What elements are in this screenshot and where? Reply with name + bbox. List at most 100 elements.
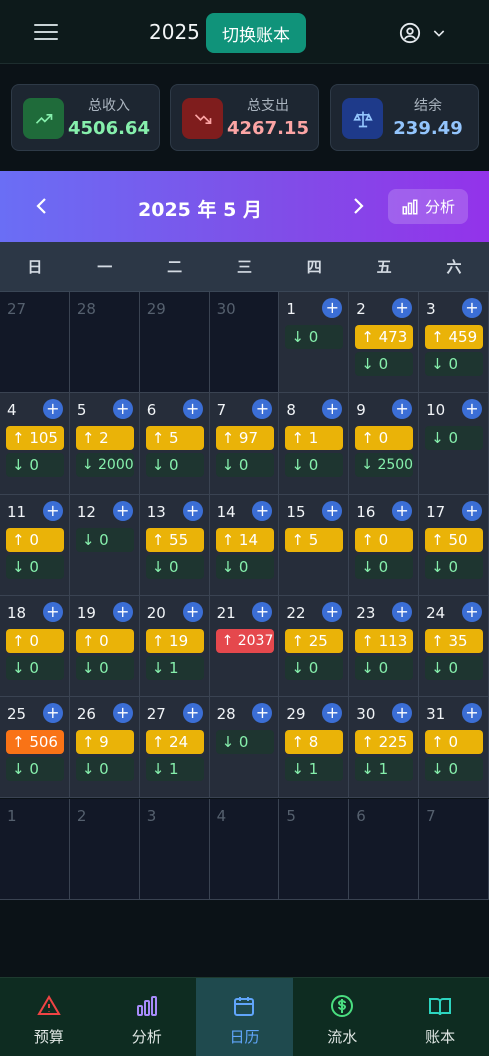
calendar-day[interactable]: 15 + ↑ 5 (279, 494, 350, 596)
add-entry-icon[interactable]: + (322, 601, 343, 622)
expense-chip[interactable]: ↓ 0 (355, 352, 414, 376)
calendar-day[interactable]: 24 + ↑ 35 ↓ 0 (419, 595, 489, 698)
expense-chip[interactable]: ↓ 0 (145, 453, 204, 478)
add-entry-icon[interactable]: + (252, 500, 273, 521)
income-chip[interactable]: ↑ 24 (145, 730, 204, 755)
expense-chip[interactable]: ↓ 1 (285, 757, 344, 782)
income-chip[interactable]: ↑ 97 (215, 426, 274, 451)
income-chip[interactable]: ↑ 55 (145, 527, 204, 552)
expense-chip[interactable]: ↓ 0 (425, 426, 484, 451)
calendar-day[interactable]: 18 + ↑ 0 ↓ 0 (0, 595, 70, 698)
calendar-day[interactable]: 9 + ↑ 0 ↓ 2500 (349, 393, 420, 495)
income-chip[interactable]: ↑ 8 (285, 730, 344, 755)
add-entry-icon[interactable]: + (322, 703, 343, 724)
nav-budget[interactable]: 预算 (0, 978, 98, 1056)
add-entry-icon[interactable]: + (322, 298, 343, 318)
add-entry-icon[interactable]: + (461, 298, 482, 318)
income-chip[interactable]: ↑ 0 (6, 527, 64, 552)
income-chip[interactable]: ↑ 5 (145, 426, 204, 451)
calendar-day[interactable]: 6 + ↑ 5 ↓ 0 (139, 393, 210, 495)
expense-chip[interactable]: ↓ 0 (215, 554, 274, 579)
calendar-day[interactable]: 10 + ↓ 0 (419, 393, 489, 495)
expense-chip[interactable]: ↓ 2000 (75, 453, 134, 478)
expense-chip[interactable]: ↓ 0 (6, 655, 64, 680)
calendar-day[interactable]: 1 + ↓ 0 (279, 292, 350, 394)
calendar-day[interactable]: 3 + ↑ 459 ↓ 0 (419, 292, 489, 394)
expense-chip[interactable]: ↓ 0 (285, 453, 344, 478)
expense-chip[interactable]: ↓ 0 (75, 527, 134, 552)
income-chip[interactable]: ↑ 2 (75, 426, 134, 451)
add-entry-icon[interactable]: + (42, 399, 63, 420)
income-chip[interactable]: ↑ 506 (6, 730, 64, 755)
add-entry-icon[interactable]: + (112, 500, 133, 521)
expense-chip[interactable]: ↓ 1 (145, 655, 204, 680)
add-entry-icon[interactable]: + (182, 500, 203, 521)
income-chip[interactable]: ↑ 225 (355, 730, 414, 755)
expense-chip[interactable]: ↓ 2500 (355, 453, 414, 478)
analysis-button[interactable]: 分析 (388, 189, 468, 224)
calendar-day[interactable]: 20 + ↑ 19 ↓ 1 (139, 595, 210, 698)
user-menu[interactable] (399, 21, 455, 45)
income-chip[interactable]: ↑ 0 (6, 628, 64, 653)
nav-calendar[interactable]: 日历 (195, 978, 294, 1056)
expense-chip[interactable]: ↓ 0 (425, 352, 484, 376)
add-entry-icon[interactable]: + (112, 601, 133, 622)
add-entry-icon[interactable]: + (461, 601, 482, 622)
expense-chip[interactable]: ↓ 0 (425, 554, 484, 579)
income-chip[interactable]: ↑ 2037 (215, 628, 274, 653)
add-entry-icon[interactable]: + (461, 703, 482, 724)
calendar-day[interactable]: 13 + ↑ 55 ↓ 0 (139, 494, 210, 596)
income-chip[interactable]: ↑ 0 (75, 628, 134, 653)
income-chip[interactable]: ↑ 0 (425, 730, 484, 755)
income-chip[interactable]: ↑ 19 (145, 628, 204, 653)
expense-chip[interactable]: ↓ 0 (6, 554, 64, 579)
income-chip[interactable]: ↑ 5 (285, 527, 344, 552)
calendar-day[interactable]: 27 + ↑ 24 ↓ 1 (139, 697, 210, 799)
add-entry-icon[interactable]: + (392, 601, 413, 622)
expense-chip[interactable]: ↓ 0 (215, 453, 274, 478)
add-entry-icon[interactable]: + (392, 399, 413, 420)
expense-chip[interactable]: ↓ 0 (6, 757, 64, 782)
add-entry-icon[interactable]: + (252, 601, 273, 622)
expense-chip[interactable]: ↓ 0 (75, 757, 134, 782)
menu-icon[interactable] (34, 24, 58, 42)
expense-chip[interactable]: ↓ 0 (75, 655, 134, 680)
calendar-day[interactable]: 7 + ↑ 97 ↓ 0 (209, 393, 280, 495)
add-entry-icon[interactable]: + (461, 399, 482, 420)
calendar-day[interactable]: 29 + ↑ 8 ↓ 1 (279, 697, 350, 799)
calendar-day[interactable]: 12 + ↓ 0 (69, 494, 140, 596)
income-chip[interactable]: ↑ 0 (355, 527, 414, 552)
expense-chip[interactable]: ↓ 0 (425, 757, 484, 782)
income-chip[interactable]: ↑ 473 (355, 325, 414, 349)
calendar-day[interactable]: 30 + ↑ 225 ↓ 1 (349, 697, 420, 799)
calendar-day[interactable]: 21 + ↑ 2037 (209, 595, 280, 698)
calendar-day[interactable]: 31 + ↑ 0 ↓ 0 (419, 697, 489, 799)
expense-chip[interactable]: ↓ 0 (6, 453, 64, 478)
calendar-day[interactable]: 2 + ↑ 473 ↓ 0 (349, 292, 420, 394)
add-entry-icon[interactable]: + (42, 601, 63, 622)
calendar-day[interactable]: 14 + ↑ 14 ↓ 0 (209, 494, 280, 596)
add-entry-icon[interactable]: + (392, 298, 413, 318)
nav-ledger[interactable]: 账本 (391, 978, 489, 1056)
add-entry-icon[interactable]: + (252, 399, 273, 420)
add-entry-icon[interactable]: + (112, 703, 133, 724)
add-entry-icon[interactable]: + (392, 500, 413, 521)
calendar-day[interactable]: 8 + ↑ 1 ↓ 0 (279, 393, 350, 495)
income-chip[interactable]: ↑ 105 (6, 426, 64, 451)
income-chip[interactable]: ↑ 1 (285, 426, 344, 451)
expense-chip[interactable]: ↓ 0 (425, 655, 484, 680)
add-entry-icon[interactable]: + (252, 703, 273, 724)
calendar-day[interactable]: 5 + ↑ 2 ↓ 2000 (69, 393, 140, 495)
calendar-day[interactable]: 25 + ↑ 506 ↓ 0 (0, 697, 70, 799)
calendar-day[interactable]: 16 + ↑ 0 ↓ 0 (349, 494, 420, 596)
calendar-day[interactable]: 19 + ↑ 0 ↓ 0 (69, 595, 140, 698)
add-entry-icon[interactable]: + (182, 703, 203, 724)
income-chip[interactable]: ↑ 35 (425, 628, 484, 653)
expense-chip[interactable]: ↓ 0 (285, 325, 344, 349)
income-chip[interactable]: ↑ 113 (355, 628, 414, 653)
add-entry-icon[interactable]: + (182, 399, 203, 420)
chevron-right-icon[interactable] (346, 194, 370, 218)
expense-chip[interactable]: ↓ 0 (215, 730, 274, 755)
income-chip[interactable]: ↑ 459 (425, 325, 484, 349)
expense-chip[interactable]: ↓ 1 (145, 757, 204, 782)
